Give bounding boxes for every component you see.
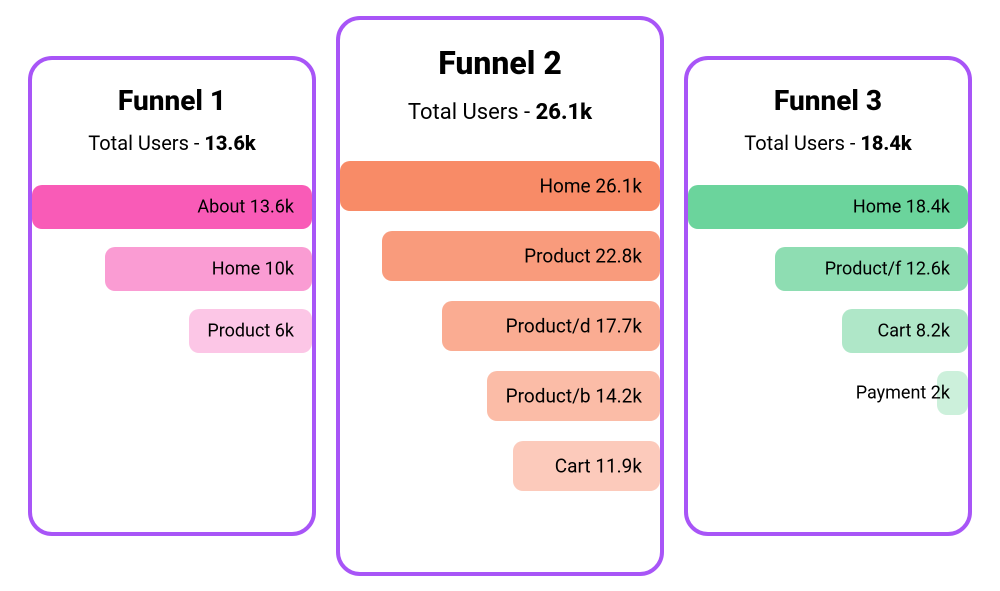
funnel-total-label: Total Users - — [408, 100, 536, 125]
funnel-bar: Product 6k — [32, 309, 312, 353]
funnel-bars: Home 18.4k Product/f 12.6k Cart 8.2k Pay… — [688, 185, 968, 415]
funnel-total-label: Total Users - — [88, 131, 204, 155]
funnel-bars: Home 26.1k Product 22.8k Product/d 17.7k… — [340, 161, 660, 491]
funnel-total-value: 26.1k — [536, 100, 592, 125]
funnel-bar-label: Product/f 12.6k — [825, 258, 950, 279]
funnel-total: Total Users - 26.1k — [408, 100, 592, 125]
funnel-card-3: Funnel 3 Total Users - 18.4k Home 18.4k … — [684, 56, 972, 536]
funnel-bar-label: Cart 8.2k — [877, 320, 950, 341]
funnel-bar-label: Product 6k — [207, 320, 294, 341]
funnel-total-value: 13.6k — [204, 131, 255, 155]
funnel-bar-label: About 13.6k — [197, 196, 294, 217]
funnel-title: Funnel 1 — [118, 84, 226, 117]
funnel-bar-label: Product/b 14.2k — [506, 384, 642, 407]
funnel-bar: Payment 2k — [688, 371, 968, 415]
funnel-bar: Product/b 14.2k — [340, 371, 660, 421]
funnel-bar-label: Product/d 17.7k — [506, 314, 642, 337]
funnel-title: Funnel 3 — [774, 84, 882, 117]
funnel-total-label: Total Users - — [744, 131, 860, 155]
funnel-bar: Product/f 12.6k — [688, 247, 968, 291]
funnel-total: Total Users - 13.6k — [88, 131, 255, 155]
funnel-bar-label: Home 26.1k — [539, 174, 642, 197]
funnel-bar-label: Cart 11.9k — [555, 454, 642, 477]
funnel-bars: About 13.6k Home 10k Product 6k — [32, 185, 312, 353]
funnel-title: Funnel 2 — [438, 44, 562, 82]
funnel-bar: Cart 11.9k — [340, 441, 660, 491]
funnel-card-1: Funnel 1 Total Users - 13.6k About 13.6k… — [28, 56, 316, 536]
funnel-bar-label: Product 22.8k — [524, 244, 642, 267]
funnel-bar: Home 18.4k — [688, 185, 968, 229]
funnel-bar: Cart 8.2k — [688, 309, 968, 353]
funnel-bar: About 13.6k — [32, 185, 312, 229]
funnel-bar-label: Home 10k — [212, 258, 294, 279]
funnel-bar: Home 26.1k — [340, 161, 660, 211]
funnel-bar: Product/d 17.7k — [340, 301, 660, 351]
funnel-bar: Home 10k — [32, 247, 312, 291]
funnel-card-2: Funnel 2 Total Users - 26.1k Home 26.1k … — [336, 16, 664, 576]
funnel-total-value: 18.4k — [860, 131, 911, 155]
funnel-bar: Product 22.8k — [340, 231, 660, 281]
funnel-bar-label: Home 18.4k — [853, 196, 950, 217]
funnel-bar-label: Payment 2k — [856, 382, 950, 403]
funnel-total: Total Users - 18.4k — [744, 131, 911, 155]
